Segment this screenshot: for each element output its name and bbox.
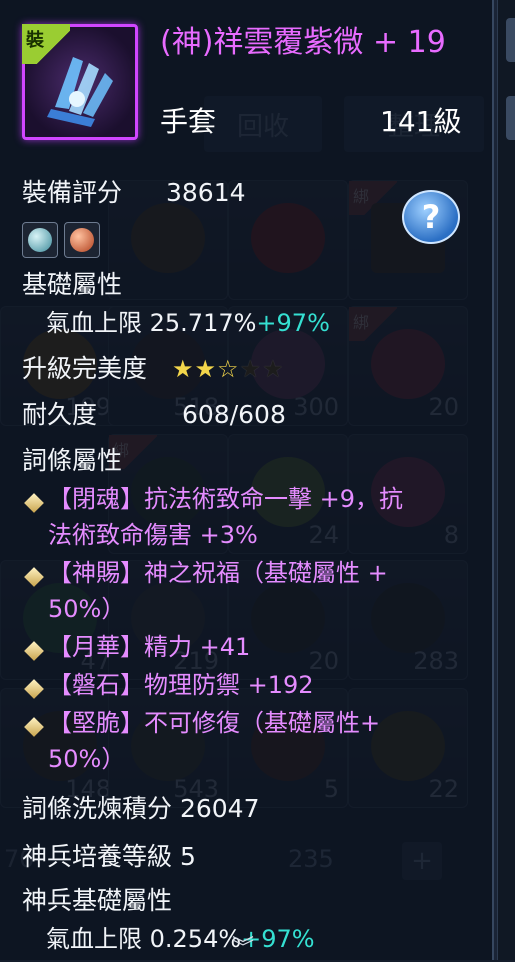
upgrade-stars: ★★☆★★	[172, 355, 285, 383]
upgrade-label: 升級完美度	[22, 354, 148, 383]
affix-line: 50%）	[48, 745, 126, 773]
divine-stat-label: 氣血上限 0.254%	[46, 925, 242, 953]
side-tab[interactable]	[506, 18, 515, 62]
divine-level-label: 神兵培養等級	[22, 842, 173, 871]
star-locked-icon: ★★	[239, 355, 285, 383]
base-stat-label: 氣血上限 25.717%	[46, 309, 257, 337]
item-type: 手套	[160, 105, 217, 138]
diamond-bullet-icon	[24, 641, 44, 661]
item-icon: 裝	[22, 24, 138, 140]
gem-icon	[28, 228, 52, 252]
base-attr-line: 氣血上限 25.717%+97%	[46, 308, 330, 338]
equip-badge: 裝	[22, 24, 70, 64]
help-button[interactable]: ?	[402, 190, 460, 244]
affix-line: 法術致命傷害 +3%	[48, 521, 258, 549]
gem-socket-2	[64, 222, 100, 258]
item-level: 141級	[380, 105, 462, 138]
diamond-bullet-icon	[24, 717, 44, 737]
affix-line: 【堅脆】不可修復（基礎屬性+	[48, 709, 381, 737]
divine-attr-header: 神兵基礎屬性	[22, 886, 173, 915]
refine-score-label: 詞條洗煉積分	[22, 794, 173, 823]
divine-level-line: 神兵培養等級 5	[22, 842, 196, 872]
scroll-down-chevron-icon[interactable]: ︾	[232, 930, 254, 962]
base-attr-header: 基礎屬性	[22, 270, 123, 299]
side-panel-edge	[497, 0, 515, 960]
affix-header: 詞條屬性	[22, 446, 123, 475]
score-value: 38614	[166, 178, 246, 207]
divine-level-value: 5	[179, 842, 196, 871]
diamond-bullet-icon	[24, 493, 44, 513]
base-stat-bonus: +97%	[256, 309, 330, 337]
star-filled-icon: ★★	[172, 355, 218, 383]
diamond-bullet-icon	[24, 567, 44, 587]
diamond-bullet-icon	[24, 679, 44, 699]
affix-line: 【神賜】神之祝福（基礎屬性 +	[48, 559, 388, 587]
durability-label: 耐久度	[22, 400, 98, 429]
star-empty-icon: ☆	[217, 355, 240, 383]
durability-value: 608/608	[182, 400, 286, 429]
refine-score-value: 26047	[179, 794, 260, 823]
affix-line: 50%）	[48, 595, 126, 623]
refine-score-line: 詞條洗煉積分 26047	[22, 794, 260, 824]
gem-socket-1	[22, 222, 58, 258]
affix-line: 【磐石】物理防禦 +192	[48, 671, 314, 699]
score-label: 裝備評分	[22, 178, 123, 207]
item-name: (神)祥雲覆紫微 + 19	[160, 25, 446, 60]
side-tab[interactable]	[506, 96, 515, 140]
affix-line: 【閉魂】抗法術致命一擊 +9，抗	[48, 485, 404, 513]
gem-icon	[70, 228, 94, 252]
item-tooltip: 裝 (神)祥雲覆紫微 + 19 手套 141級 裝備評分 38614 ? 基礎屬…	[0, 0, 494, 962]
affix-line: 【月華】精力 +41	[48, 633, 251, 661]
divine-attr-line: 氣血上限 0.254%+97%	[46, 924, 315, 954]
